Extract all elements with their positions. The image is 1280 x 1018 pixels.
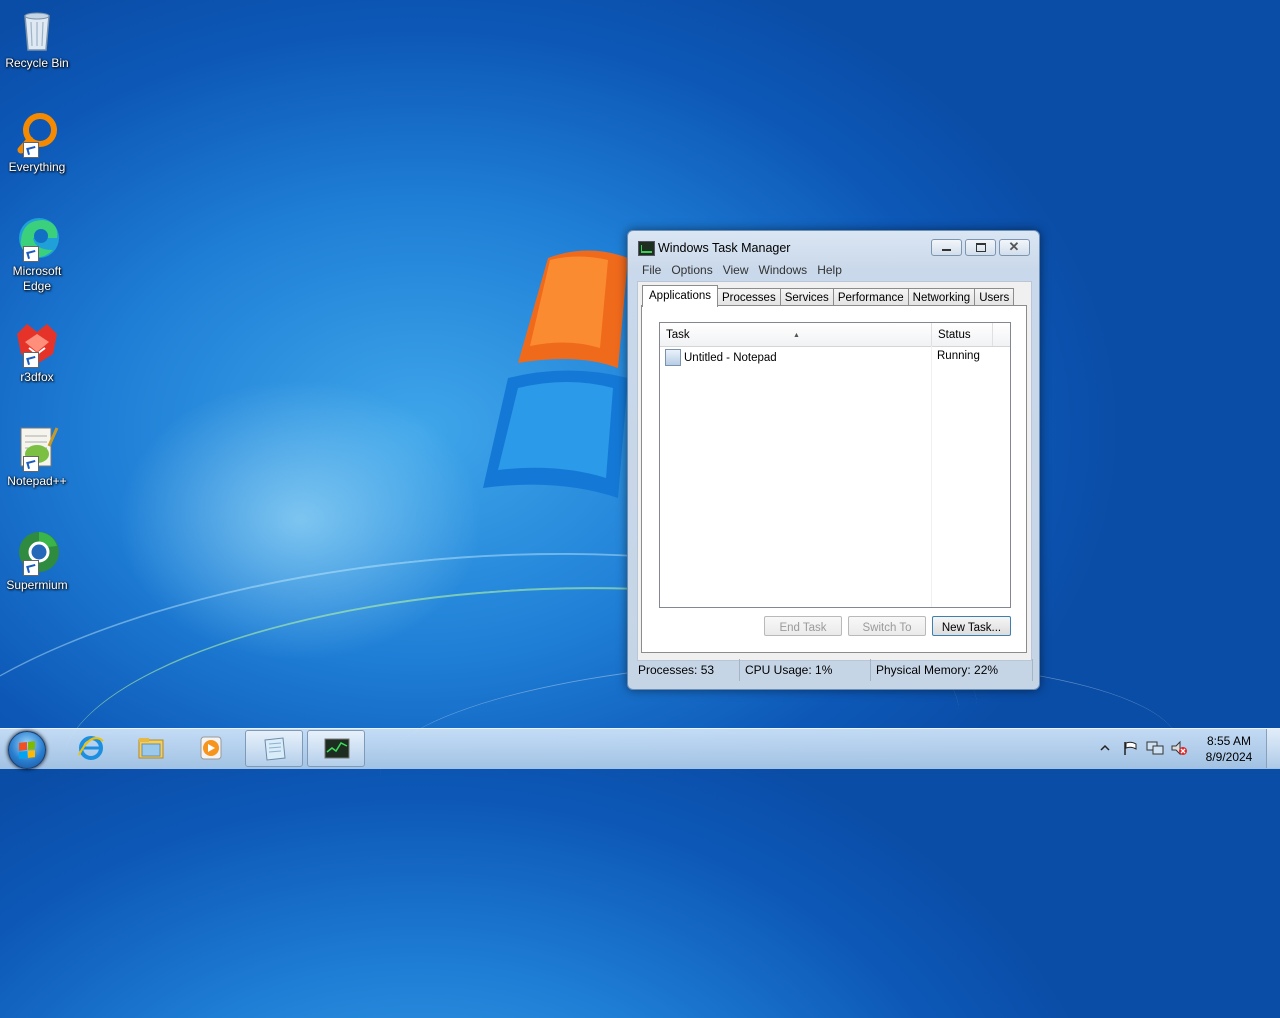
desktop-icon-recycle-bin[interactable]: Recycle Bin <box>2 6 72 71</box>
status-processes: Processes: 53 <box>633 659 740 681</box>
desktop-icon-label: r3dfox <box>20 370 54 384</box>
shortcut-arrow-icon <box>23 560 39 576</box>
supermium-browser-icon <box>13 528 61 576</box>
desktop-icon-label: Everything <box>8 160 66 174</box>
desktop-icon-microsoft-edge[interactable]: Microsoft Edge <box>2 214 72 294</box>
tab-strip: Applications Processes Services Performa… <box>642 285 1015 307</box>
desktop-icon-label: Notepad++ <box>7 474 67 488</box>
tab-users[interactable]: Users <box>974 288 1015 306</box>
minimize-button[interactable] <box>931 239 962 256</box>
close-icon: ✕ <box>1008 239 1020 254</box>
window-title: Windows Task Manager <box>658 241 791 255</box>
taskbar-notepad[interactable] <box>245 730 303 767</box>
desktop-icon-everything[interactable]: Everything <box>2 110 72 175</box>
show-desktop-button[interactable] <box>1266 729 1280 768</box>
task-name: Untitled - Notepad <box>684 351 777 364</box>
notepad-icon <box>665 349 681 366</box>
task-status: Running <box>937 350 980 362</box>
tab-networking[interactable]: Networking <box>907 288 976 306</box>
tab-services[interactable]: Services <box>779 288 834 306</box>
shortcut-arrow-icon <box>23 352 39 368</box>
notepadplusplus-icon <box>13 424 61 472</box>
tab-performance[interactable]: Performance <box>832 288 909 306</box>
show-hidden-icons-button[interactable] <box>1100 742 1110 752</box>
shortcut-arrow-icon <box>23 456 39 472</box>
recycle-bin-icon <box>13 6 61 54</box>
edge-browser-icon <box>13 214 61 262</box>
end-task-button[interactable]: End Task <box>764 616 842 636</box>
menu-help[interactable]: Help <box>812 262 847 279</box>
sort-ascending-icon: ▲ <box>793 332 800 339</box>
chevron-up-icon <box>1100 744 1110 751</box>
task-list[interactable]: Task ▲ Status Untitled - Notepad Running <box>659 322 1011 608</box>
column-header-status[interactable]: Status <box>932 323 993 346</box>
task-manager-window[interactable]: Windows Task Manager ✕ File Options View… <box>627 230 1040 690</box>
volume-muted-icon <box>1171 740 1187 756</box>
table-row[interactable]: Untitled - Notepad Running <box>660 347 1010 366</box>
column-label: Task <box>666 329 690 341</box>
status-bar: Processes: 53 CPU Usage: 1% Physical Mem… <box>633 659 1033 681</box>
task-manager-icon <box>324 738 350 759</box>
window-client-area: Applications Processes Services Performa… <box>637 281 1032 661</box>
desktop-icon-r3dfox[interactable]: r3dfox <box>2 320 72 385</box>
minimize-icon <box>942 249 951 251</box>
status-cpu-usage: CPU Usage: 1% <box>740 659 871 681</box>
shortcut-arrow-icon <box>23 246 39 262</box>
taskbar-media-player[interactable] <box>182 730 240 767</box>
desktop-icon-supermium[interactable]: Supermium <box>2 528 72 593</box>
taskbar-clock[interactable]: 8:55 AM 8/9/2024 <box>1198 733 1260 765</box>
start-button[interactable] <box>8 731 46 769</box>
column-header-task[interactable]: Task ▲ <box>660 323 932 346</box>
close-button[interactable]: ✕ <box>999 239 1030 256</box>
tray-network[interactable] <box>1146 740 1164 759</box>
desktop-icon-label: Supermium <box>6 578 68 592</box>
menu-view[interactable]: View <box>718 262 754 279</box>
status-physical-memory: Physical Memory: 22% <box>871 659 1033 681</box>
desktop-icon-label: Recycle Bin <box>5 56 69 70</box>
task-manager-icon <box>638 241 655 256</box>
taskbar-internet-explorer[interactable] <box>62 730 120 767</box>
everything-search-icon <box>13 110 61 158</box>
media-player-icon <box>200 736 222 760</box>
action-center-flag-icon <box>1124 741 1137 755</box>
taskbar-task-manager[interactable] <box>307 730 365 767</box>
tray-action-center[interactable] <box>1122 740 1138 759</box>
applications-panel: Task ▲ Status Untitled - Notepad Running… <box>641 305 1027 653</box>
list-header: Task ▲ Status <box>660 323 1010 347</box>
tab-applications[interactable]: Applications <box>642 285 719 307</box>
clock-time: 8:55 AM <box>1206 734 1252 748</box>
menu-windows[interactable]: Windows <box>754 262 813 279</box>
notepad-icon <box>264 737 286 761</box>
shortcut-arrow-icon <box>23 142 39 158</box>
desktop-icon-notepadplusplus[interactable]: Notepad++ <box>2 424 72 489</box>
switch-to-button[interactable]: Switch To <box>848 616 926 636</box>
desktop-icon-label: Microsoft Edge <box>12 264 62 293</box>
title-bar[interactable]: Windows Task Manager ✕ <box>628 231 1039 261</box>
menu-options[interactable]: Options <box>666 262 717 279</box>
taskbar-file-explorer[interactable] <box>122 730 180 767</box>
maximize-icon <box>976 243 986 252</box>
network-icon <box>1146 741 1164 755</box>
menu-bar: File Options View Windows Help <box>637 262 1030 279</box>
column-divider <box>931 346 932 607</box>
new-task-button[interactable]: New Task... <box>932 616 1011 636</box>
tray-volume[interactable] <box>1170 740 1188 759</box>
menu-file[interactable]: File <box>637 262 666 279</box>
tab-processes[interactable]: Processes <box>717 288 781 306</box>
maximize-button[interactable] <box>965 239 996 256</box>
r3dfox-browser-icon <box>13 320 61 368</box>
internet-explorer-icon <box>78 736 104 760</box>
clock-date: 8/9/2024 <box>1205 750 1253 764</box>
file-explorer-icon <box>138 738 164 759</box>
windows-flag-icon <box>19 741 35 759</box>
